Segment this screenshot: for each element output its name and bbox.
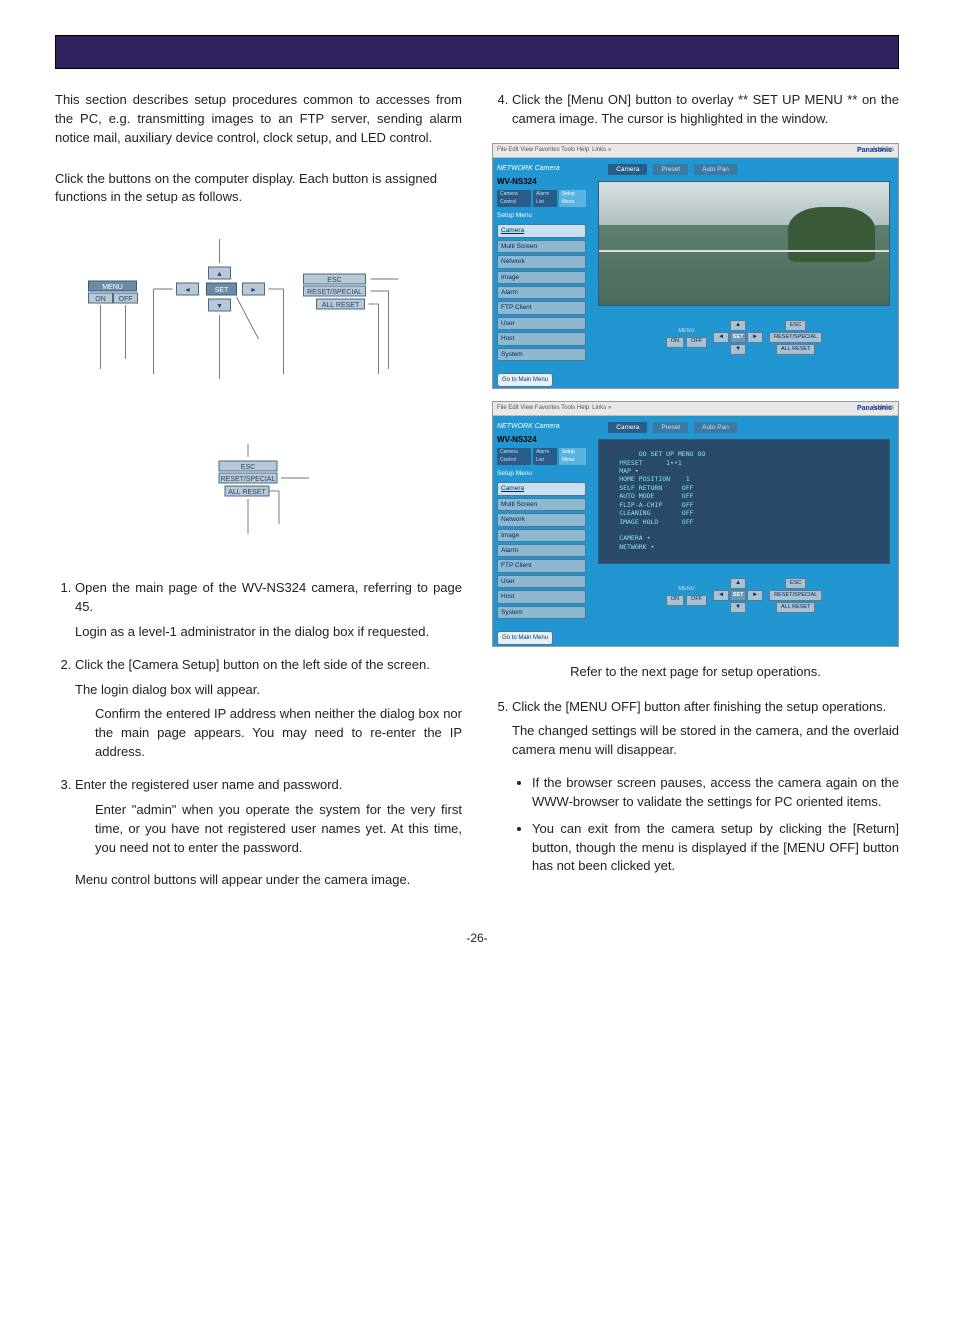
setup-menu-overlay: OO SET UP MENU OO PRESET 1••1 MAP • HOME… <box>598 439 890 564</box>
side-item-network[interactable]: Network <box>497 255 586 268</box>
arrow-up-button[interactable]: ▲ <box>730 578 746 589</box>
refer-next-page: Refer to the next page for setup operati… <box>492 663 899 682</box>
page-number: -26- <box>55 930 899 947</box>
button-diagram: MENU ON OFF ▲ ◄ SET ► ▼ <box>55 219 462 419</box>
step-4: Click the [Menu ON] button to overlay **… <box>512 91 899 129</box>
svg-text:OFF: OFF <box>119 296 133 303</box>
menu-on-button[interactable]: ON <box>666 337 684 348</box>
note-1: If the browser screen pauses, access the… <box>532 774 899 812</box>
step-5: Click the [MENU OFF] button after finish… <box>512 698 899 761</box>
arrow-left-button[interactable]: ◄ <box>713 590 729 601</box>
side-item-user[interactable]: User <box>497 317 586 330</box>
reset-special-button[interactable]: RESET/SPECIAL <box>769 590 822 601</box>
tab-setup-menu[interactable]: Setup Menu <box>559 448 586 465</box>
side-item-ftp[interactable]: FTP Client <box>497 559 586 572</box>
ie-toolbar: File Edit View Favorites Tools Help Link… <box>493 402 898 416</box>
svg-text:ON: ON <box>95 296 106 303</box>
menu-controls: MENU ON OFF ▲ ◄ SE <box>598 320 890 355</box>
side-item-multiscreen[interactable]: Multi Screen <box>497 498 586 511</box>
step-5-list: Click the [MENU OFF] button after finish… <box>492 698 899 761</box>
right-column: Click the [Menu ON] button to overlay **… <box>492 91 899 890</box>
svg-text:ALL RESET: ALL RESET <box>228 489 266 496</box>
svg-text:ESC: ESC <box>327 277 341 284</box>
side-item-camera[interactable]: Camera <box>497 224 586 237</box>
all-reset-button[interactable]: ALL RESET <box>776 344 815 355</box>
svg-text:►: ► <box>250 287 257 294</box>
nav-caption: Click the buttons on the computer displa… <box>55 170 462 208</box>
side-item-image[interactable]: Image <box>497 271 586 284</box>
side-item-alarm[interactable]: Alarm <box>497 286 586 299</box>
arrow-down-button[interactable]: ▼ <box>730 344 746 355</box>
screenshot-camera-view: File Edit View Favorites Tools Help Link… <box>492 143 899 389</box>
all-reset-button[interactable]: ALL RESET <box>776 602 815 613</box>
goto-main-menu-button[interactable]: Go to Main Menu <box>497 373 553 387</box>
side-item-user[interactable]: User <box>497 575 586 588</box>
svg-text:ESC: ESC <box>240 464 254 471</box>
ie-toolbar: File Edit View Favorites Tools Help Link… <box>493 144 898 158</box>
menu-off-button[interactable]: OFF <box>686 595 707 606</box>
step-3-post: Menu control buttons will appear under t… <box>75 871 462 890</box>
set-button[interactable]: SET <box>730 590 746 601</box>
header-bar <box>55 35 899 69</box>
tab-camera-control[interactable]: Camera Control <box>497 448 531 465</box>
reset-special-button[interactable]: RESET/SPECIAL <box>769 332 822 343</box>
menu-controls: MENU ON OFF ▲ ◄ SE <box>598 578 890 613</box>
arrow-right-button[interactable]: ► <box>747 590 763 601</box>
steps-list-right: Click the [Menu ON] button to overlay **… <box>492 91 899 129</box>
svg-text:RESET/SPECIAL: RESET/SPECIAL <box>220 476 275 483</box>
side-item-system[interactable]: System <box>497 606 586 619</box>
brand-label: Panasonic <box>857 146 892 156</box>
menu-off-button[interactable]: OFF <box>686 337 707 348</box>
main-tab-autopan[interactable]: Auto Pan <box>694 422 737 433</box>
svg-text:▼: ▼ <box>216 303 223 310</box>
step-3: Enter the registered user name and passw… <box>75 776 462 857</box>
note-2: You can exit from the camera setup by cl… <box>532 820 899 877</box>
esc-button[interactable]: ESC <box>785 320 806 331</box>
side-item-network[interactable]: Network <box>497 513 586 526</box>
side-item-multiscreen[interactable]: Multi Screen <box>497 240 586 253</box>
side-item-alarm[interactable]: Alarm <box>497 544 586 557</box>
brand-label: Panasonic <box>857 404 892 414</box>
side-item-image[interactable]: Image <box>497 529 586 542</box>
main-tab-camera[interactable]: Camera <box>608 164 647 175</box>
svg-text:▲: ▲ <box>216 271 223 278</box>
side-item-camera[interactable]: Camera <box>497 482 586 495</box>
camera-live-image <box>598 181 890 306</box>
step-2: Click the [Camera Setup] button on the l… <box>75 656 462 762</box>
svg-text:SET: SET <box>215 287 229 294</box>
arrow-right-button[interactable]: ► <box>747 332 763 343</box>
intro-text: This section describes setup procedures … <box>55 91 462 148</box>
arrow-left-button[interactable]: ◄ <box>713 332 729 343</box>
svg-text:MENU: MENU <box>102 284 123 291</box>
ss-sidebar: NETWORK Camera WV-NS324 Camera Control A… <box>493 158 590 388</box>
tab-camera-control[interactable]: Camera Control <box>497 190 531 207</box>
svg-text:ALL RESET: ALL RESET <box>322 302 360 309</box>
goto-main-menu-button[interactable]: Go to Main Menu <box>497 631 553 645</box>
tab-setup-menu[interactable]: Setup Menu <box>559 190 586 207</box>
tab-alarm-list[interactable]: Alarm List <box>533 190 557 207</box>
main-tab-preset[interactable]: Preset <box>653 164 688 175</box>
side-item-system[interactable]: System <box>497 348 586 361</box>
svg-text:◄: ◄ <box>184 287 191 294</box>
arrow-down-button[interactable]: ▼ <box>730 602 746 613</box>
side-item-ftp[interactable]: FTP Client <box>497 301 586 314</box>
main-tab-camera[interactable]: Camera <box>608 422 647 433</box>
side-item-host[interactable]: Host <box>497 590 586 603</box>
esc-detail-diagram: ESC RESET/SPECIAL ALL RESET <box>169 439 349 559</box>
left-column: This section describes setup procedures … <box>55 91 462 890</box>
menu-on-button[interactable]: ON <box>666 595 684 606</box>
set-button[interactable]: SET <box>730 332 746 343</box>
ss-sidebar: NETWORK Camera WV-NS324 Camera Control A… <box>493 416 590 646</box>
step-1: Open the main page of the WV-NS324 camer… <box>75 579 462 642</box>
main-tab-autopan[interactable]: Auto Pan <box>694 164 737 175</box>
esc-button[interactable]: ESC <box>785 578 806 589</box>
svg-text:RESET/SPECIAL: RESET/SPECIAL <box>307 289 362 296</box>
steps-list-left: Open the main page of the WV-NS324 camer… <box>55 579 462 857</box>
arrow-up-button[interactable]: ▲ <box>730 320 746 331</box>
main-tab-preset[interactable]: Preset <box>653 422 688 433</box>
notes-list: If the browser screen pauses, access the… <box>492 774 899 876</box>
tab-alarm-list[interactable]: Alarm List <box>533 448 557 465</box>
screenshot-overlay-menu: File Edit View Favorites Tools Help Link… <box>492 401 899 647</box>
side-item-host[interactable]: Host <box>497 332 586 345</box>
